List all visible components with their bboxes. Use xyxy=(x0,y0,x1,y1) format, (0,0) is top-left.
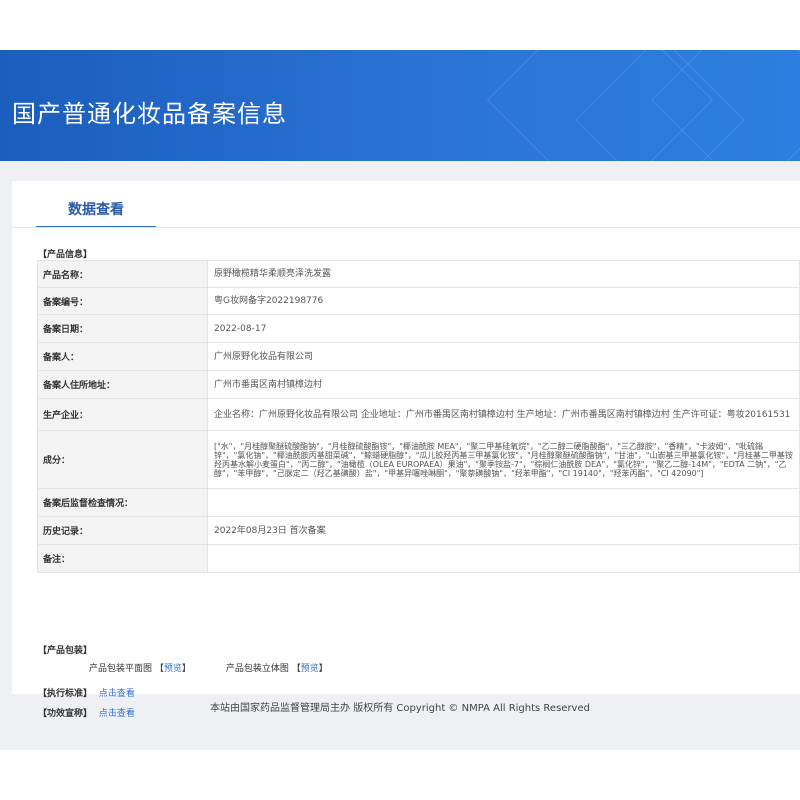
row-label: 产品名称： xyxy=(37,260,208,288)
packaging-flat-item: 产品包装平面图 【预览】 xyxy=(89,661,191,674)
row-label: 备案日期： xyxy=(37,314,208,343)
manufacturer-value: 企业名称：广州原野化妆品有限公司 企业地址：广州市番禺区南村镇樟边村 生产地址：… xyxy=(207,398,800,431)
filer-value: 广州原野化妆品有限公司 xyxy=(207,342,800,371)
table-row: 备案编号： 粤G妆网备字2022198776 xyxy=(37,287,800,315)
table-row: 生产企业： 企业名称：广州原野化妆品有限公司 企业地址：广州市番禺区南村镇樟边村… xyxy=(37,398,800,431)
tab-data-view[interactable]: 数据查看 xyxy=(36,181,156,228)
filer-address-value: 广州市番禺区南村镇樟边村 xyxy=(207,370,800,399)
bracket-close: 】 xyxy=(318,664,328,674)
table-row: 备案人： 广州原野化妆品有限公司 xyxy=(37,342,800,371)
bracket-open: 【 xyxy=(154,664,164,674)
filing-number-value: 粤G妆网备字2022198776 xyxy=(207,287,800,315)
preview-solid-link[interactable]: 预览 xyxy=(301,664,319,674)
tab-divider xyxy=(12,227,800,228)
section-product-info: 【产品信息】 xyxy=(38,250,93,260)
history-value: 2022年08月23日 首次备案 xyxy=(207,516,800,545)
bracket-open: 【 xyxy=(291,664,301,674)
standard-label: 【执行标准】 xyxy=(38,689,93,699)
row-label: 生产企业： xyxy=(37,398,208,431)
standard-row: 【执行标准】 点击查看 xyxy=(38,686,135,699)
packaging-flat-label: 产品包装平面图 xyxy=(89,664,153,674)
content-panel: 数据查看 【产品信息】 产品名称： 原野橄榄精华柔顺亮泽洗发露 备案编号： 粤G… xyxy=(12,181,800,719)
bracket-close: 】 xyxy=(181,664,191,674)
row-label: 备注： xyxy=(37,544,208,573)
remarks-value xyxy=(207,544,800,573)
preview-flat-link[interactable]: 预览 xyxy=(164,664,182,674)
packaging-solid-item: 产品包装立体图 【预览】 xyxy=(226,661,328,674)
product-name-value: 原野橄榄精华柔顺亮泽洗发露 xyxy=(207,260,800,288)
row-label: 备案人住所地址： xyxy=(37,370,208,399)
standard-view-link[interactable]: 点击查看 xyxy=(99,689,135,699)
row-label: 备案编号： xyxy=(37,287,208,315)
page-title: 国产普通化妆品备案信息 xyxy=(12,100,287,128)
row-label: 备案后监督检查情况： xyxy=(37,488,208,517)
footer-copyright: 本站由国家药品监督管理局主办 版权所有 Copyright © NMPA All… xyxy=(210,703,590,714)
table-row: 成分： ["水"，"月桂醇聚醚硫酸酯钠"，"月桂醇硫酸酯铵"，"椰油酰胺 MEA… xyxy=(37,430,800,489)
table-row: 备案人住所地址： 广州市番禺区南村镇樟边村 xyxy=(37,370,800,399)
page-frame: 国产普通化妆品备案信息 数据查看 【产品信息】 产品名称： 原野橄榄精华柔顺亮泽… xyxy=(0,50,800,750)
table-row: 产品名称： 原野橄榄精华柔顺亮泽洗发露 xyxy=(37,260,800,288)
filing-date-value: 2022-08-17 xyxy=(207,314,800,343)
table-row: 历史记录： 2022年08月23日 首次备案 xyxy=(37,516,800,545)
row-label: 备案人： xyxy=(37,342,208,371)
table-row: 备注： xyxy=(37,544,800,573)
packaging-solid-label: 产品包装立体图 xyxy=(225,664,289,674)
row-label: 历史记录： xyxy=(37,516,208,545)
table-row: 备案后监督检查情况： xyxy=(37,488,800,517)
inspection-value xyxy=(207,488,800,517)
section-packaging: 【产品包装】 xyxy=(38,646,93,656)
ingredients-value: ["水"，"月桂醇聚醚硫酸酯钠"，"月桂醇硫酸酯铵"，"椰油酰胺 MEA"，"聚… xyxy=(207,430,800,489)
product-info-table: 产品名称： 原野橄榄精华柔顺亮泽洗发露 备案编号： 粤G妆网备字20221987… xyxy=(37,260,800,573)
table-row: 备案日期： 2022-08-17 xyxy=(37,314,800,343)
row-label: 成分： xyxy=(37,430,208,489)
packaging-row: 产品包装平面图 【预览】 产品包装立体图 【预览】 xyxy=(89,661,360,674)
header-banner: 国产普通化妆品备案信息 xyxy=(0,50,800,161)
